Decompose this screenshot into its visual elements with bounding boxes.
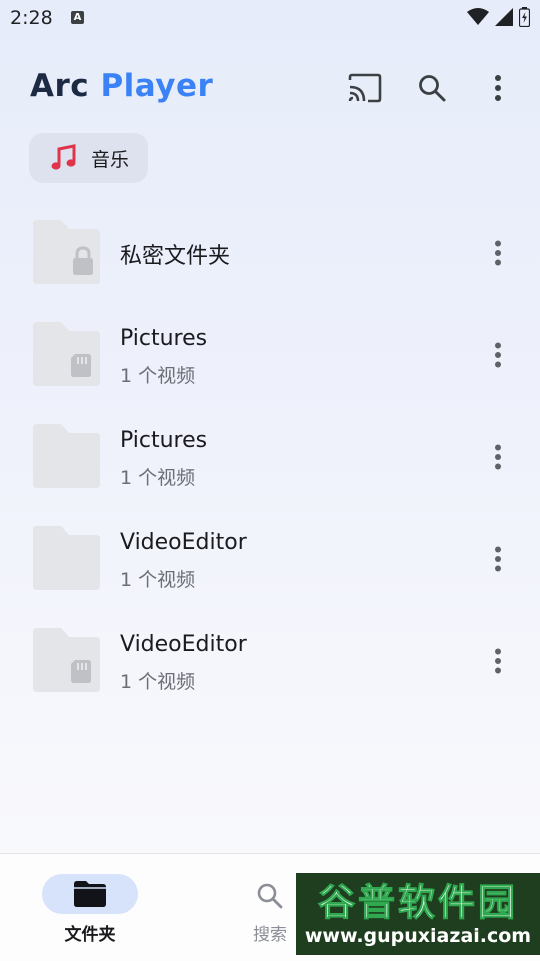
- cast-icon: [348, 73, 382, 103]
- more-vert-icon: [495, 546, 501, 572]
- nav-search-icon-wrap: [252, 878, 288, 914]
- folder-list: 私密文件夹 Pictures 1 个视频 Pictures 1 个视频 Vide…: [0, 202, 540, 712]
- folder-more-button[interactable]: [482, 435, 514, 479]
- folder-icon: [33, 424, 100, 488]
- folder-title: VideoEditor: [120, 530, 247, 555]
- nav-active-indicator: [42, 874, 138, 914]
- folder-title: Pictures: [120, 428, 208, 453]
- folder-item[interactable]: Pictures 1 个视频: [0, 304, 540, 406]
- folder-more-button[interactable]: [482, 537, 514, 581]
- folder-title: 私密文件夹: [120, 244, 231, 269]
- logo-player: Player: [100, 68, 214, 104]
- status-icons: [467, 7, 530, 27]
- cast-button[interactable]: [343, 66, 387, 110]
- status-bar: 2:28 A: [0, 0, 540, 36]
- more-vert-icon: [495, 75, 501, 101]
- search-icon: [257, 883, 283, 909]
- app-logo: Arc Player: [30, 68, 213, 104]
- watermark-title: 谷普软件园: [318, 881, 518, 925]
- folder-icon: [33, 526, 100, 590]
- folder-video-count: 1 个视频: [120, 467, 196, 489]
- folder-title: VideoEditor: [120, 632, 247, 657]
- wifi-icon: [467, 8, 489, 25]
- folder-more-button[interactable]: [482, 639, 514, 683]
- sd-folder-icon: [33, 322, 100, 386]
- more-vert-icon: [495, 648, 501, 674]
- music-filter-chip[interactable]: 音乐: [29, 133, 148, 183]
- sd-folder-icon: [33, 628, 100, 692]
- signal-icon: [495, 8, 513, 26]
- logo-arc: Arc: [30, 68, 90, 104]
- folder-video-count: 1 个视频: [120, 365, 196, 387]
- watermark: 谷普软件园 www.gupuxiazai.com: [296, 873, 540, 955]
- search-icon: [419, 75, 446, 102]
- folder-more-button[interactable]: [482, 231, 514, 275]
- search-button[interactable]: [410, 66, 454, 110]
- app-bar: Arc Player: [0, 60, 540, 116]
- folder-video-count: 1 个视频: [120, 671, 196, 693]
- folder-item-private[interactable]: 私密文件夹: [0, 202, 540, 304]
- folder-item[interactable]: VideoEditor 1 个视频: [0, 610, 540, 712]
- folder-video-count: 1 个视频: [120, 569, 196, 591]
- status-time: 2:28: [10, 7, 53, 29]
- folder-more-button[interactable]: [482, 333, 514, 377]
- watermark-url: www.gupuxiazai.com: [304, 925, 532, 947]
- nav-label: 文件夹: [64, 925, 116, 945]
- more-vert-icon: [495, 342, 501, 368]
- folder-item[interactable]: VideoEditor 1 个视频: [0, 508, 540, 610]
- private-folder-icon: [33, 220, 100, 284]
- folder-icon: [74, 881, 106, 907]
- more-options-button[interactable]: [476, 66, 520, 110]
- more-vert-icon: [495, 240, 501, 266]
- more-vert-icon: [495, 444, 501, 470]
- battery-icon: [519, 7, 530, 27]
- chip-label: 音乐: [91, 148, 130, 171]
- music-note-icon: [51, 144, 76, 170]
- notification-icon: A: [71, 11, 84, 24]
- nav-tab-folders[interactable]: 文件夹: [0, 854, 180, 961]
- folder-item[interactable]: Pictures 1 个视频: [0, 406, 540, 508]
- folder-title: Pictures: [120, 326, 208, 351]
